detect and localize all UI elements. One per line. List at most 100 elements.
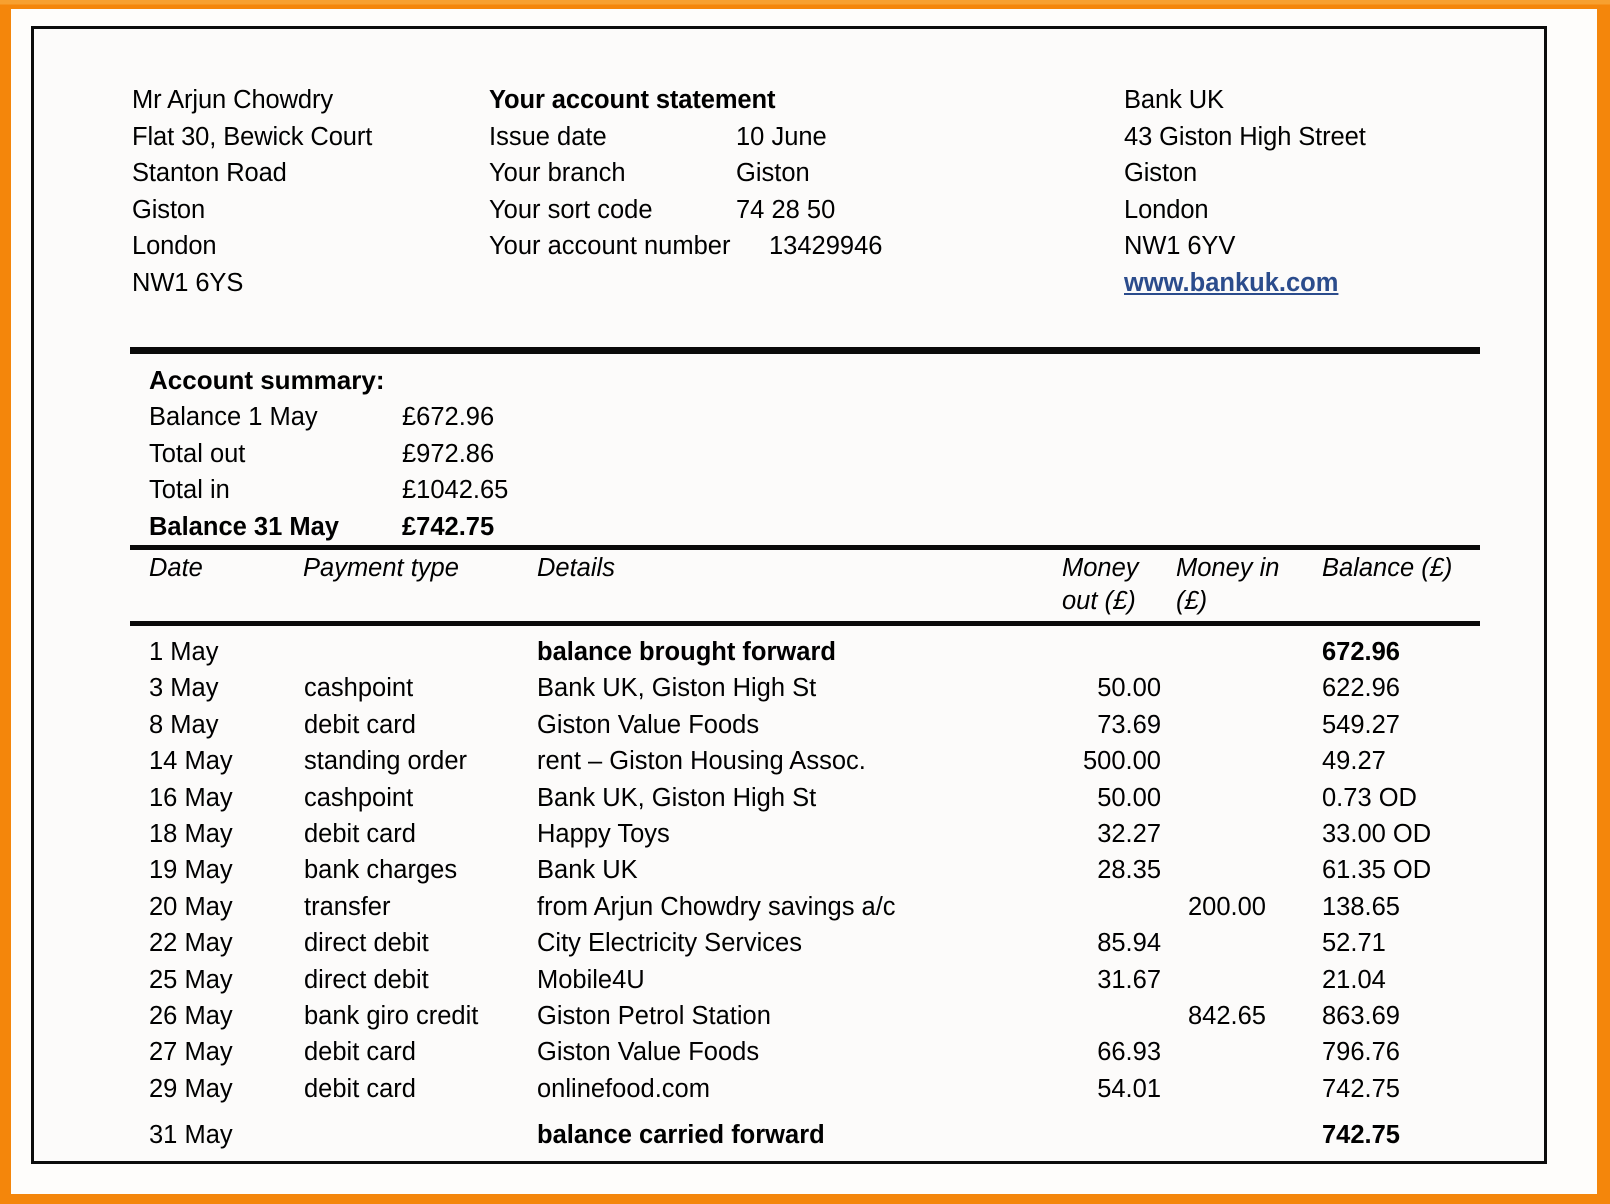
branch-value: Giston xyxy=(736,159,810,187)
transactions-body: 1 May balance brought forward 672.96 3 M… xyxy=(34,621,1544,1153)
table-row[interactable]: 22 May direct debit City Electricity Ser… xyxy=(34,925,1544,961)
cell-date: 8 May xyxy=(149,710,219,739)
account-summary-heading: Account summary: xyxy=(149,365,385,395)
customer-name: Mr Arjun Chowdry xyxy=(132,86,334,114)
cell-payment-type: debit card xyxy=(304,1074,416,1103)
cell-payment-type: direct debit xyxy=(304,965,429,994)
cell-date: 26 May xyxy=(149,1001,233,1030)
summary-row: Total in £1042.65 xyxy=(149,472,508,509)
table-row[interactable]: 31 May balance carried forward 742.75 xyxy=(34,1117,1544,1153)
table-row[interactable]: 3 May cashpoint Bank UK, Giston High St … xyxy=(34,670,1544,706)
table-row[interactable]: 18 May debit card Happy Toys 32.27 33.00… xyxy=(34,816,1544,852)
column-header-date: Date xyxy=(149,554,203,582)
table-row[interactable]: 25 May direct debit Mobile4U 31.67 21.04 xyxy=(34,962,1544,998)
transactions-table: Date Payment type Details Money out (£) … xyxy=(34,545,1544,1153)
cell-money-out: 85.94 xyxy=(1097,929,1161,958)
cell-payment-type: cashpoint xyxy=(304,674,414,703)
cell-date: 16 May xyxy=(149,783,233,812)
customer-address-line: Stanton Road xyxy=(132,159,287,187)
cell-balance: 796.76 xyxy=(1322,1038,1400,1067)
cell-details: Mobile4U xyxy=(537,965,645,994)
cell-date: 19 May xyxy=(149,856,233,885)
statement-title: Your account statement xyxy=(489,86,776,114)
cell-payment-type: direct debit xyxy=(304,929,429,958)
statement-details-block: Your account statement Issue date 10 Jun… xyxy=(489,82,1049,265)
column-header-money-in: Money in (£) xyxy=(1176,554,1280,615)
cell-payment-type: standing order xyxy=(304,747,468,776)
table-row[interactable]: 19 May bank charges Bank UK 28.35 61.35 … xyxy=(34,852,1544,888)
cell-details: Giston Value Foods xyxy=(537,710,760,739)
sort-code-row: Your sort code 74 28 50 xyxy=(489,192,1049,229)
cell-payment-type: debit card xyxy=(304,1038,416,1067)
table-row[interactable]: 1 May balance brought forward 672.96 xyxy=(34,634,1544,670)
cell-payment-type: bank giro credit xyxy=(304,1001,479,1030)
column-header-money-out: Money out (£) xyxy=(1062,554,1139,615)
cell-date: 29 May xyxy=(149,1074,233,1103)
cell-money-out: 73.69 xyxy=(1097,710,1161,739)
account-number-label: Your account number xyxy=(489,232,731,260)
summary-top-rule xyxy=(130,347,1480,354)
summary-label: Total in xyxy=(149,476,230,504)
branch-label: Your branch xyxy=(489,159,626,187)
summary-row: Balance 1 May £672.96 xyxy=(149,399,508,436)
orange-page-border: Mr Arjun Chowdry Flat 30, Bewick Court S… xyxy=(0,0,1610,1204)
summary-value: £742.75 xyxy=(402,512,495,541)
cell-details: rent – Giston Housing Assoc. xyxy=(537,747,866,776)
table-row[interactable]: 29 May debit card onlinefood.com 54.01 7… xyxy=(34,1071,1544,1107)
summary-row-closing-balance: Balance 31 May £742.75 xyxy=(149,509,508,546)
bank-address-line: 43 Giston High Street xyxy=(1124,122,1366,151)
cell-money-out: 50.00 xyxy=(1097,674,1161,703)
branch-row: Your branch Giston xyxy=(489,155,1049,192)
cell-balance: 21.04 xyxy=(1322,965,1386,994)
summary-value: £972.86 xyxy=(402,439,495,468)
paper-margin: Mr Arjun Chowdry Flat 30, Bewick Court S… xyxy=(11,9,1597,1194)
cell-details: City Electricity Services xyxy=(537,929,802,958)
cell-balance: 33.00 OD xyxy=(1322,819,1432,848)
cell-date: 18 May xyxy=(149,819,233,848)
cell-balance: 549.27 xyxy=(1322,710,1400,739)
cell-details: Bank UK xyxy=(537,856,638,885)
column-header-details: Details xyxy=(537,554,615,582)
cell-money-out: 66.93 xyxy=(1097,1038,1161,1067)
bank-name: Bank UK xyxy=(1124,86,1224,114)
column-header-balance: Balance (£) xyxy=(1322,554,1453,582)
table-row[interactable]: 26 May bank giro credit Giston Petrol St… xyxy=(34,998,1544,1034)
table-row[interactable]: 14 May standing order rent – Giston Hous… xyxy=(34,743,1544,779)
customer-address-line: London xyxy=(132,232,217,260)
table-row[interactable]: 20 May transfer from Arjun Chowdry savin… xyxy=(34,889,1544,925)
cell-payment-type: cashpoint xyxy=(304,783,414,812)
cell-details: Bank UK, Giston High St xyxy=(537,674,817,703)
bank-website-link[interactable]: www.bankuk.com xyxy=(1124,265,1338,302)
cell-details: Bank UK, Giston High St xyxy=(537,783,817,812)
bank-statement-document: Mr Arjun Chowdry Flat 30, Bewick Court S… xyxy=(31,26,1547,1164)
summary-row: Total out £972.86 xyxy=(149,436,508,473)
summary-value: £1042.65 xyxy=(402,476,509,504)
table-row[interactable]: 27 May debit card Giston Value Foods 66.… xyxy=(34,1034,1544,1070)
cell-balance: 61.35 OD xyxy=(1322,856,1432,885)
cell-details: balance brought forward xyxy=(537,638,836,666)
cell-date: 31 May xyxy=(149,1121,233,1150)
cell-details: Giston Petrol Station xyxy=(537,1001,771,1030)
cell-money-out: 32.27 xyxy=(1097,819,1161,848)
cell-details: from Arjun Chowdry savings a/c xyxy=(537,892,896,921)
cell-details: balance carried forward xyxy=(537,1121,825,1150)
cell-date: 20 May xyxy=(149,892,233,921)
cell-date: 14 May xyxy=(149,747,233,776)
cell-balance: 138.65 xyxy=(1322,892,1400,921)
cell-balance: 0.73 OD xyxy=(1322,783,1417,812)
table-row[interactable]: 8 May debit card Giston Value Foods 73.6… xyxy=(34,707,1544,743)
account-number-row: Your account number 13429946 xyxy=(489,228,1049,265)
cell-payment-type: debit card xyxy=(304,819,416,848)
cell-money-out: 54.01 xyxy=(1097,1074,1161,1103)
cell-money-out: 50.00 xyxy=(1097,783,1161,812)
table-row[interactable]: 16 May cashpoint Bank UK, Giston High St… xyxy=(34,780,1544,816)
cell-date: 25 May xyxy=(149,965,233,994)
cell-details: Happy Toys xyxy=(537,819,670,848)
customer-address-line: Flat 30, Bewick Court xyxy=(132,122,373,151)
sort-code-label: Your sort code xyxy=(489,195,653,224)
cell-balance: 49.27 xyxy=(1322,747,1386,776)
bank-address-block: Bank UK 43 Giston High Street Giston Lon… xyxy=(1124,82,1366,301)
cell-balance: 52.71 xyxy=(1322,929,1386,958)
statement-header: Mr Arjun Chowdry Flat 30, Bewick Court S… xyxy=(34,29,1544,297)
bank-postcode: NW1 6YV xyxy=(1124,232,1236,260)
